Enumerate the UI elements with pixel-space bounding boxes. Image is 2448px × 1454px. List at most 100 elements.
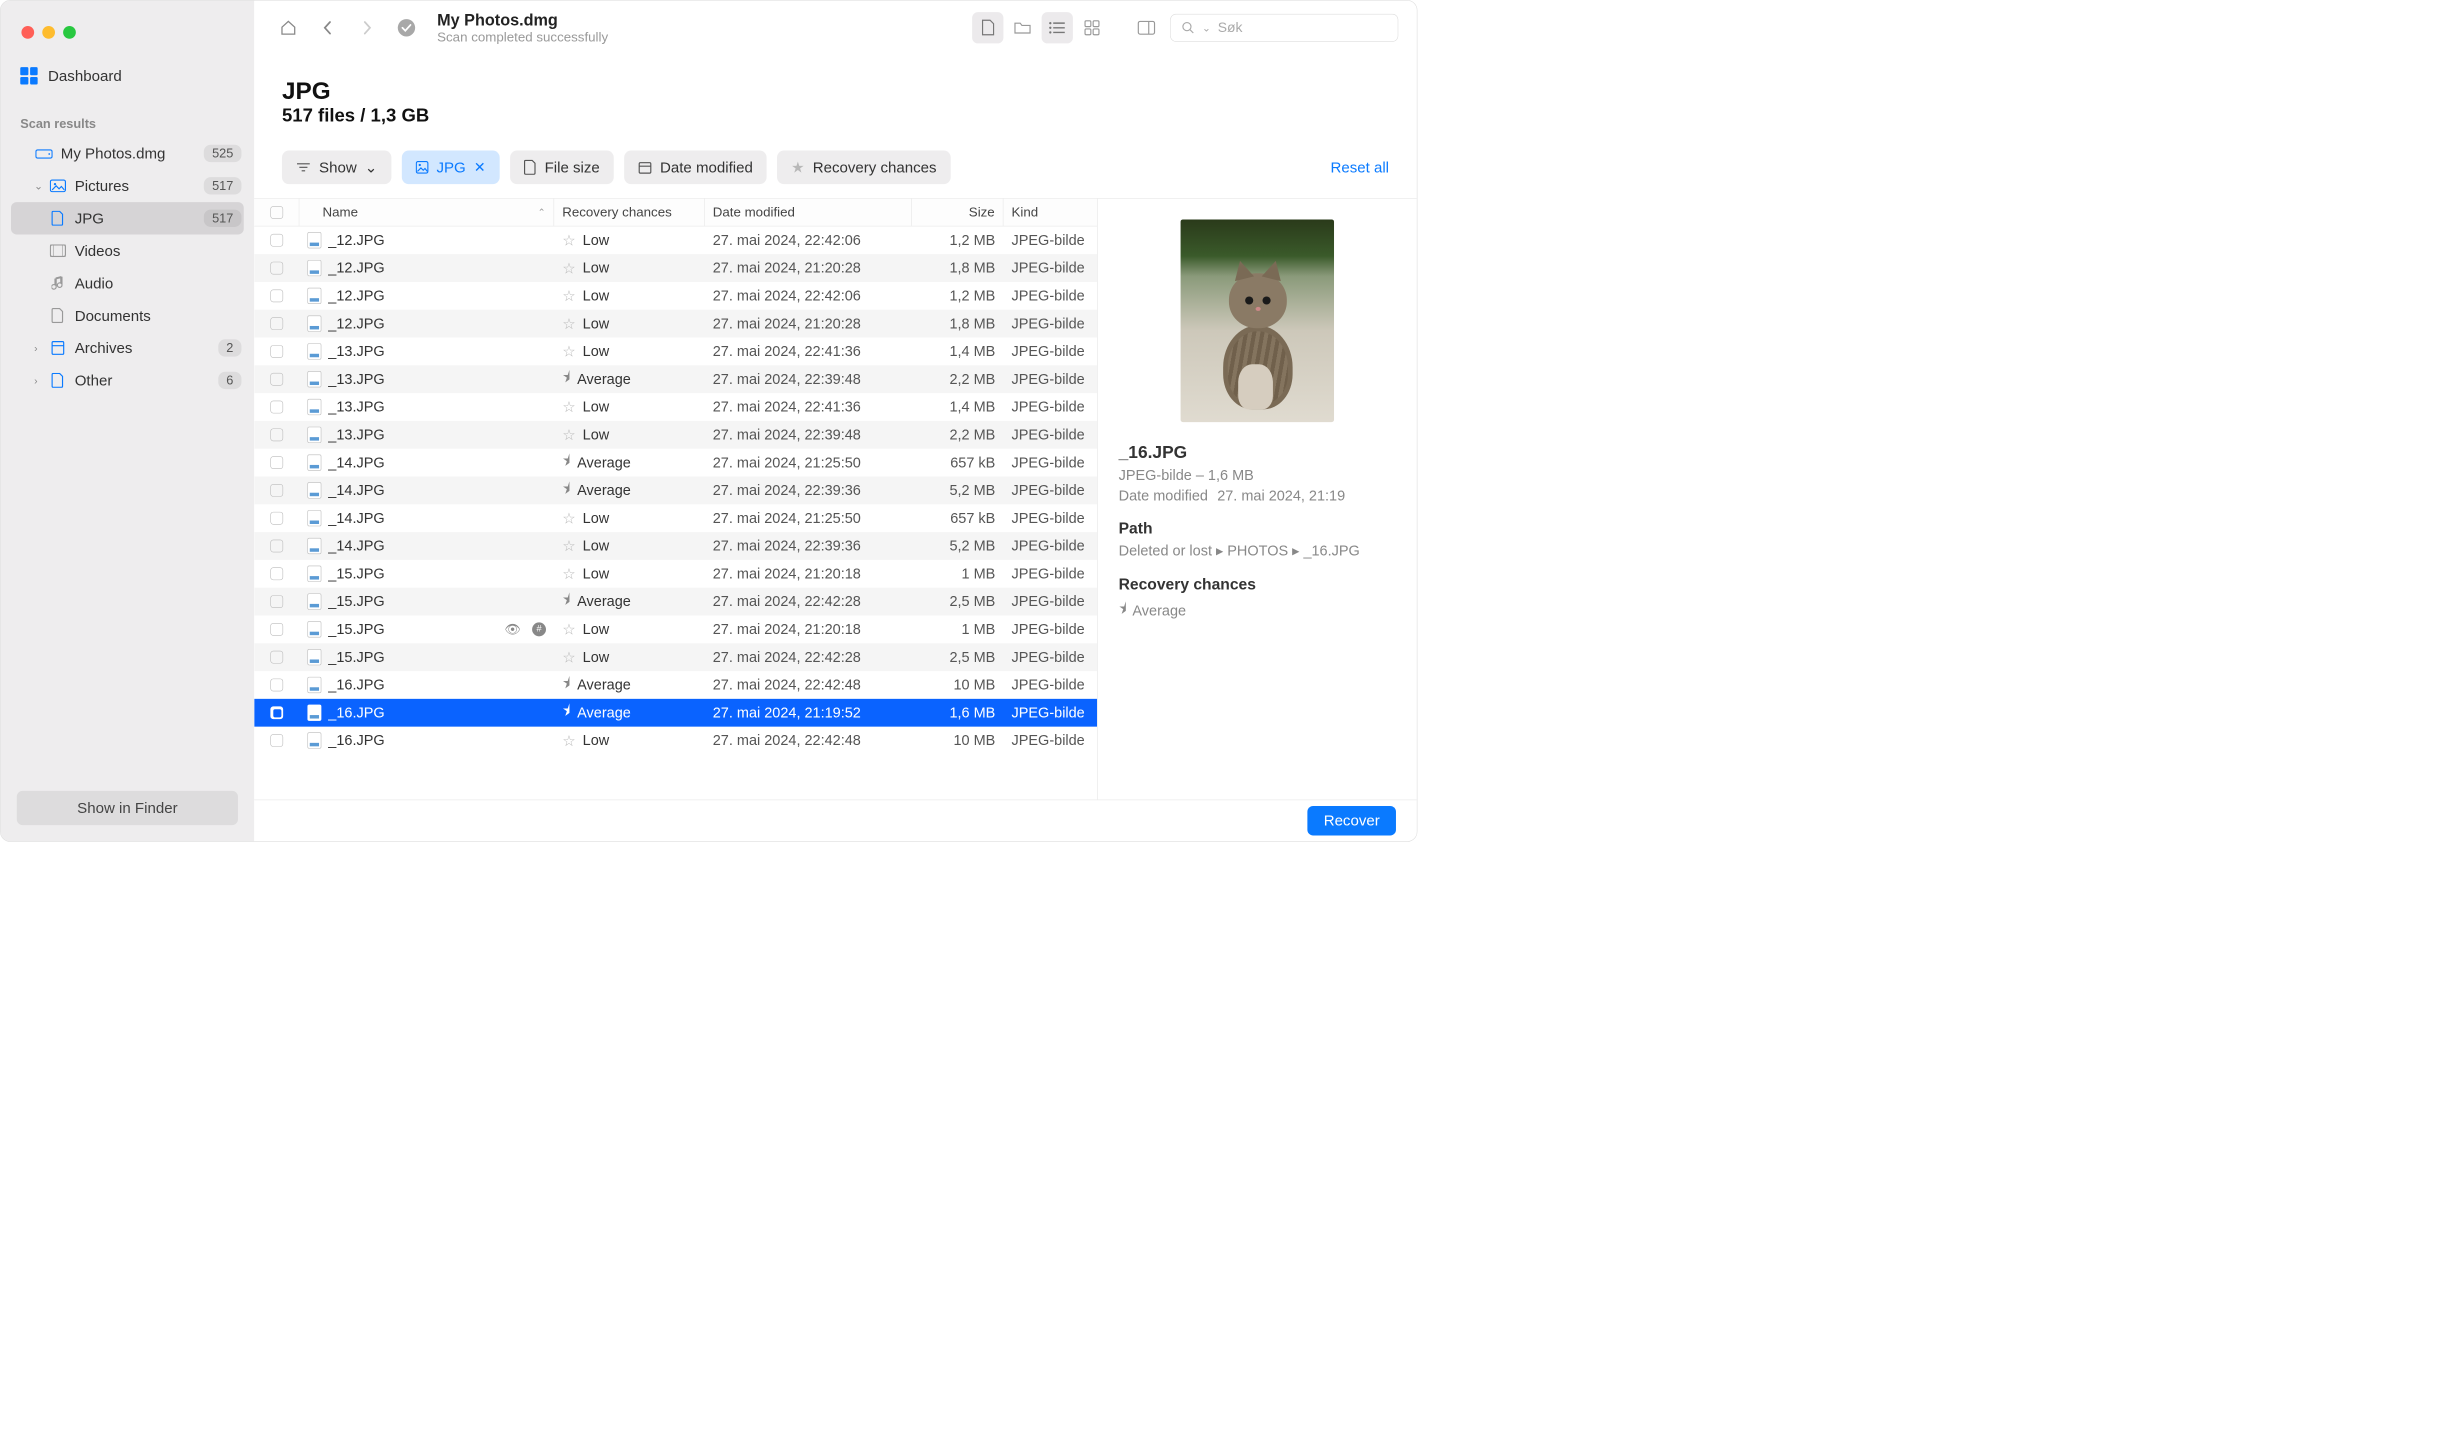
view-mode-group	[972, 12, 1107, 43]
row-checkbox[interactable]	[254, 310, 299, 338]
table-row[interactable]: _14.JPG⯨Average27. mai 2024, 21:25:50657…	[254, 449, 1097, 477]
table-body[interactable]: _12.JPG☆Low27. mai 2024, 22:42:061,2 MBJ…	[254, 226, 1097, 799]
cell-name: _15.JPG	[299, 643, 554, 671]
minimize-window-button[interactable]	[42, 26, 55, 39]
table-row[interactable]: _14.JPG☆Low27. mai 2024, 22:39:365,2 MBJ…	[254, 532, 1097, 560]
table-row[interactable]: _16.JPG☆Low27. mai 2024, 22:42:4810 MBJP…	[254, 727, 1097, 755]
sidebar-item-disk[interactable]: My Photos.dmg 525	[1, 137, 255, 169]
cell-date: 27. mai 2024, 21:25:50	[705, 504, 912, 532]
chevron-right-icon[interactable]: ›	[34, 342, 49, 354]
column-kind[interactable]: Kind	[1003, 199, 1097, 226]
filter-date-modified[interactable]: Date modified	[624, 151, 767, 185]
row-checkbox[interactable]	[254, 727, 299, 755]
row-checkbox[interactable]	[254, 477, 299, 505]
row-checkbox[interactable]	[254, 254, 299, 282]
view-grid-button[interactable]	[1076, 12, 1107, 43]
calendar-icon	[638, 160, 652, 174]
row-checkbox[interactable]	[254, 615, 299, 643]
table-row[interactable]: _12.JPG☆Low27. mai 2024, 21:20:281,8 MBJ…	[254, 310, 1097, 338]
recover-button[interactable]: Recover	[1307, 806, 1395, 836]
preview-date-value: 27. mai 2024, 21:19	[1217, 488, 1345, 505]
sidebar-item-documents[interactable]: Documents	[1, 299, 255, 331]
table-row[interactable]: _13.JPG⯨Average27. mai 2024, 22:39:482,2…	[254, 365, 1097, 393]
row-checkbox[interactable]	[254, 365, 299, 393]
search-input[interactable]: ⌄ Søk	[1170, 14, 1398, 42]
chevron-right-icon[interactable]: ›	[34, 374, 49, 386]
sidebar-item-jpg[interactable]: JPG 517	[11, 202, 244, 234]
row-checkbox[interactable]	[254, 671, 299, 699]
maximize-window-button[interactable]	[63, 26, 76, 39]
filter-recovery-chances[interactable]: ★ Recovery chances	[777, 151, 950, 185]
sidebar-item-dashboard[interactable]: Dashboard	[1, 60, 255, 92]
preview-icon[interactable]: 👁	[504, 622, 520, 637]
sidebar-item-other[interactable]: › Other 6	[1, 364, 255, 396]
home-button[interactable]	[273, 12, 304, 43]
table-row[interactable]: _12.JPG☆Low27. mai 2024, 21:20:281,8 MBJ…	[254, 254, 1097, 282]
column-recovery[interactable]: Recovery chances	[554, 199, 705, 226]
table-row[interactable]: _14.JPG⯨Average27. mai 2024, 22:39:365,2…	[254, 477, 1097, 505]
file-name: _12.JPG	[328, 232, 384, 249]
cell-date: 27. mai 2024, 21:20:28	[705, 254, 912, 282]
table-row[interactable]: _15.JPG☆Low27. mai 2024, 22:42:282,5 MBJ…	[254, 643, 1097, 671]
cell-size: 657 kB	[912, 504, 1003, 532]
filter-bar: Show ⌄ JPG ✕ File size Date modified ★ R…	[254, 137, 1417, 198]
filter-file-size[interactable]: File size	[510, 151, 614, 185]
row-checkbox[interactable]	[254, 643, 299, 671]
reset-all-button[interactable]: Reset all	[1330, 158, 1389, 176]
remove-filter-icon[interactable]: ✕	[474, 159, 486, 176]
file-icon	[307, 455, 321, 471]
row-checkbox[interactable]	[254, 421, 299, 449]
audio-icon	[49, 276, 66, 291]
table-row[interactable]: _16.JPG⯨Average27. mai 2024, 21:19:521,6…	[254, 699, 1097, 727]
sidebar-item-audio[interactable]: Audio	[1, 267, 255, 299]
select-all-checkbox[interactable]	[254, 199, 299, 226]
table-row[interactable]: _15.JPG👁#☆Low27. mai 2024, 21:20:181 MBJ…	[254, 615, 1097, 643]
filter-label: File size	[545, 158, 600, 176]
show-in-finder-button[interactable]: Show in Finder	[17, 791, 238, 825]
preview-rc-value: ⯨ Average	[1119, 598, 1396, 623]
row-checkbox[interactable]	[254, 504, 299, 532]
table-row[interactable]: _13.JPG☆Low27. mai 2024, 22:41:361,4 MBJ…	[254, 338, 1097, 366]
table-row[interactable]: _12.JPG☆Low27. mai 2024, 22:42:061,2 MBJ…	[254, 282, 1097, 310]
row-checkbox[interactable]	[254, 393, 299, 421]
sidebar-item-videos[interactable]: Videos	[1, 234, 255, 266]
column-date[interactable]: Date modified	[705, 199, 912, 226]
table-row[interactable]: _16.JPG⯨Average27. mai 2024, 22:42:4810 …	[254, 671, 1097, 699]
filter-chip-jpg[interactable]: JPG ✕	[402, 151, 500, 185]
toggle-preview-button[interactable]	[1131, 12, 1162, 43]
sidebar-item-archives[interactable]: › Archives 2	[1, 332, 255, 364]
view-file-button[interactable]	[972, 12, 1003, 43]
file-icon	[307, 538, 321, 554]
close-window-button[interactable]	[21, 26, 34, 39]
view-list-button[interactable]	[1042, 12, 1073, 43]
row-checkbox[interactable]	[254, 282, 299, 310]
row-checkbox[interactable]	[254, 588, 299, 616]
table-row[interactable]: _13.JPG☆Low27. mai 2024, 22:41:361,4 MBJ…	[254, 393, 1097, 421]
hash-icon[interactable]: #	[532, 622, 546, 636]
row-checkbox[interactable]	[254, 449, 299, 477]
column-name[interactable]: Name⌃	[299, 199, 554, 226]
sidebar-item-pictures[interactable]: ⌄ Pictures 517	[1, 170, 255, 202]
row-checkbox[interactable]	[254, 226, 299, 254]
table-row[interactable]: _15.JPG☆Low27. mai 2024, 21:20:181 MBJPE…	[254, 560, 1097, 588]
other-icon	[49, 373, 66, 388]
view-folder-button[interactable]	[1007, 12, 1038, 43]
show-dropdown[interactable]: Show ⌄	[282, 151, 391, 185]
table-row[interactable]: _14.JPG☆Low27. mai 2024, 21:25:50657 kBJ…	[254, 504, 1097, 532]
forward-button[interactable]	[351, 12, 382, 43]
row-checkbox[interactable]	[254, 699, 299, 727]
cell-kind: JPEG-bilde	[1003, 727, 1097, 755]
row-checkbox[interactable]	[254, 560, 299, 588]
row-checkbox[interactable]	[254, 338, 299, 366]
cell-recovery: ☆Low	[554, 393, 705, 421]
column-size[interactable]: Size	[912, 199, 1003, 226]
chevron-down-icon[interactable]: ⌄	[34, 180, 49, 192]
table-row[interactable]: _13.JPG☆Low27. mai 2024, 22:39:482,2 MBJ…	[254, 421, 1097, 449]
dashboard-icon	[20, 67, 37, 84]
back-button[interactable]	[312, 12, 343, 43]
table-row[interactable]: _15.JPG⯨Average27. mai 2024, 22:42:282,5…	[254, 588, 1097, 616]
file-name: _15.JPG	[328, 565, 384, 582]
row-checkbox[interactable]	[254, 532, 299, 560]
table-row[interactable]: _12.JPG☆Low27. mai 2024, 22:42:061,2 MBJ…	[254, 226, 1097, 254]
file-icon	[307, 371, 321, 387]
